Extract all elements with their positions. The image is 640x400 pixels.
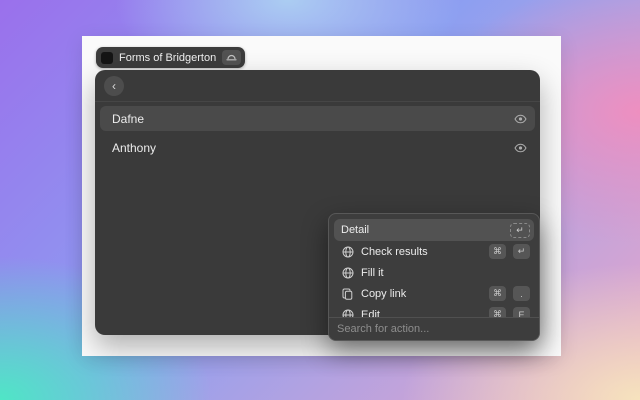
action-item-copy-link[interactable]: Copy link ⌘ . bbox=[334, 283, 534, 304]
clipboard-icon bbox=[341, 287, 354, 300]
period-key-badge: . bbox=[513, 286, 530, 301]
action-item-fill-it[interactable]: Fill it bbox=[334, 262, 534, 283]
chevron-left-icon: ‹ bbox=[112, 80, 116, 92]
app-icon bbox=[101, 52, 113, 64]
list-item[interactable]: Dafne bbox=[100, 106, 535, 131]
hat-icon bbox=[222, 50, 241, 65]
command-pill[interactable]: Forms of Bridgerton bbox=[96, 47, 245, 68]
list-item-label: Dafne bbox=[112, 112, 144, 126]
globe-icon bbox=[341, 245, 354, 258]
command-key-badge: ⌘ bbox=[489, 244, 506, 259]
action-item-check-results[interactable]: Check results ⌘ ↵ bbox=[334, 241, 534, 262]
header-divider bbox=[95, 101, 540, 102]
return-key-badge: ↵ bbox=[510, 223, 530, 238]
list-item-label: Anthony bbox=[112, 141, 156, 155]
command-key-badge: ⌘ bbox=[489, 286, 506, 301]
action-search-bar bbox=[329, 317, 539, 340]
action-label: Copy link bbox=[361, 288, 406, 300]
action-label: Fill it bbox=[361, 267, 384, 279]
action-menu: Detail ↵ Check results ⌘ ↵ bbox=[328, 213, 540, 341]
return-key-badge: ↵ bbox=[513, 244, 530, 259]
app-window: Forms of Bridgerton ‹ Dafne Anthony bbox=[82, 36, 561, 356]
globe-icon bbox=[341, 266, 354, 279]
action-label: Detail bbox=[341, 224, 369, 236]
back-button[interactable]: ‹ bbox=[104, 76, 124, 96]
action-item-detail[interactable]: Detail ↵ bbox=[334, 219, 534, 241]
command-pill-label: Forms of Bridgerton bbox=[119, 52, 216, 64]
action-label: Check results bbox=[361, 246, 428, 258]
list-item[interactable]: Anthony bbox=[100, 135, 535, 160]
eye-icon bbox=[514, 143, 527, 153]
eye-icon bbox=[514, 114, 527, 124]
action-search-input[interactable] bbox=[337, 323, 531, 335]
